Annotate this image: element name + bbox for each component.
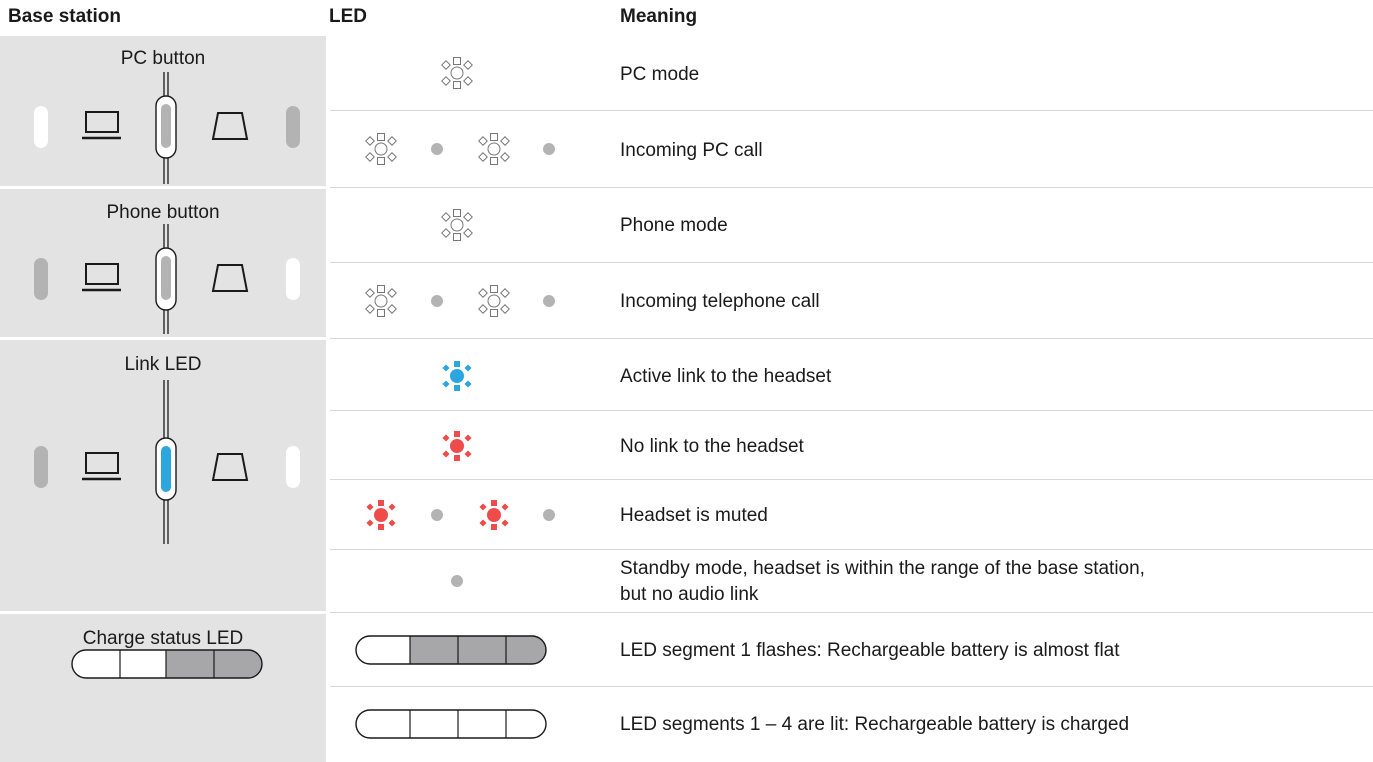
column-header-led: LED <box>329 6 367 27</box>
meaning-no-link: No link to the headset <box>620 436 804 457</box>
meaning-incoming-telephone-call: Incoming telephone call <box>620 291 820 312</box>
left-status-led <box>34 446 48 488</box>
led-flash-white-icon <box>478 285 510 317</box>
led-lit-white-icon <box>441 57 473 89</box>
laptop-icon <box>82 263 121 292</box>
column-header-meaning: Meaning <box>620 6 698 27</box>
laptop-icon <box>82 111 121 140</box>
led-off-dot-icon <box>543 509 555 521</box>
meaning-standby-line-1: Standby mode, headset is within the rang… <box>620 558 1145 579</box>
led-flash-white-icon <box>478 133 510 165</box>
link-led-illustration <box>34 380 300 544</box>
row-divider <box>330 410 1373 411</box>
battery-almost-flat-icon <box>355 635 547 665</box>
meaning-battery-almost-flat: LED segment 1 flashes: Rechargeable batt… <box>620 640 1120 661</box>
led-lit-red-icon <box>442 431 472 461</box>
charge-status-illustration <box>71 649 263 679</box>
row-divider <box>330 549 1373 550</box>
row-divider <box>330 612 1373 613</box>
phone-button-illustration <box>34 224 300 334</box>
left-status-led <box>34 258 48 300</box>
left-status-led <box>34 106 48 148</box>
led-lit-white-icon <box>441 209 473 241</box>
battery-segment-3 <box>166 650 214 678</box>
row-divider <box>330 686 1373 687</box>
desk-phone-icon <box>211 112 249 140</box>
right-status-led <box>286 446 300 488</box>
led-off-dot-icon <box>431 295 443 307</box>
led-flash-white-icon <box>365 285 397 317</box>
link-led-blue <box>161 446 171 492</box>
link-led-title: Link LED <box>124 354 202 375</box>
meaning-active-link: Active link to the headset <box>620 366 832 387</box>
row-divider <box>330 110 1373 111</box>
right-status-led <box>286 258 300 300</box>
led-off-dot-icon <box>431 509 443 521</box>
led-flash-red-icon <box>366 500 396 530</box>
led-lit-blue-icon <box>442 361 472 391</box>
laptop-icon <box>82 452 121 481</box>
desk-phone-icon <box>211 264 249 292</box>
battery-segment-4 <box>214 650 262 678</box>
led-off-dot-icon <box>451 575 463 587</box>
row-divider <box>330 262 1373 263</box>
meaning-phone-mode: Phone mode <box>620 215 728 236</box>
led-off-dot-icon <box>543 143 555 155</box>
desk-phone-icon <box>211 453 249 481</box>
led-flash-red-icon <box>479 500 509 530</box>
led-off-dot-icon <box>431 143 443 155</box>
battery-segment-1 <box>356 636 410 664</box>
led-flash-white-icon <box>365 133 397 165</box>
row-divider <box>330 187 1373 188</box>
charge-status-title: Charge status LED <box>82 628 244 649</box>
battery-charged-icon <box>355 709 547 739</box>
led-off-dot-icon <box>543 295 555 307</box>
meaning-pc-mode: PC mode <box>620 64 700 85</box>
right-status-led <box>286 106 300 148</box>
row-divider <box>330 479 1373 480</box>
meaning-incoming-pc-call: Incoming PC call <box>620 140 763 161</box>
meaning-battery-charged: LED segments 1 – 4 are lit: Rechargeable… <box>620 714 1130 735</box>
meaning-headset-muted: Headset is muted <box>620 505 768 526</box>
column-header-base-station: Base station <box>8 6 121 27</box>
pc-button-illustration <box>34 72 300 184</box>
row-divider <box>330 338 1373 339</box>
meaning-standby-line-2: but no audio link <box>620 584 759 605</box>
